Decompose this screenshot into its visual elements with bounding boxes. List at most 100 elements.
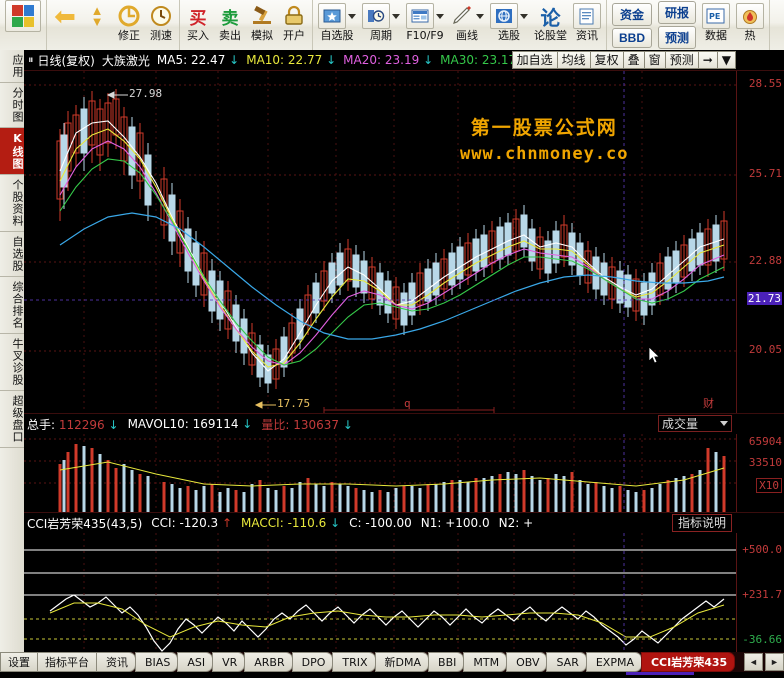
candlestick-svg [24,71,736,413]
forecast-button[interactable]: 预测 [658,26,697,49]
drawline-label: 画线 [456,29,478,42]
chevron-down-icon[interactable] [720,421,728,426]
add-watchlist-button[interactable]: 加自选 [511,51,558,69]
chart-control-buttons: 加自选 均线 复权 叠 窗 预测 ➞ ▼ [511,50,736,70]
cci-readout: CCI: -120.3 ↑ [151,516,233,530]
tab-mtm[interactable]: MTM [463,652,508,672]
cci-plot[interactable] [24,533,736,661]
volume-chart-pane[interactable]: 65904 33510 X10 [24,434,784,512]
adjust-button[interactable]: 复权 [589,51,624,69]
mavol10-readout: MAVOL10: 169114 ↓ [127,417,253,431]
tab-sar[interactable]: SAR [546,652,587,672]
buy-label: 买入 [187,29,209,42]
tab-cci-active[interactable]: CCI岩芳荣435 [640,652,736,672]
funds-button[interactable]: 资金 [612,2,652,26]
star-folder-icon [318,2,356,30]
tab-scroll-right-button[interactable]: ► [765,653,784,671]
sidebar-item-watchlist[interactable]: 自选股 [0,232,24,277]
simulate-button[interactable]: 模拟 [246,0,278,50]
tab-newdma[interactable]: 新DMA [374,652,430,672]
hot-label: 热 [744,29,756,42]
tab-dpo[interactable]: DPO [291,652,334,672]
updown-scroll-button[interactable]: ▲ ▼ [81,0,113,50]
correct-button[interactable]: 修正 [113,0,145,50]
volume-scale-label: X10 [756,478,782,493]
tab-trix[interactable]: TRIX [332,652,376,672]
forum-button[interactable]: 论 论股堂 [531,0,570,50]
tab-arbr[interactable]: ARBR [244,652,293,672]
tab-bias[interactable]: BIAS [135,652,179,672]
back-button[interactable]: ⬅ [49,0,81,50]
hot-button[interactable]: 热 [733,0,767,50]
price-plot[interactable]: 第一股票公式网 www.chnmoney.co 27.98 17.75 q 财 [24,71,736,413]
open-account-button[interactable]: 开户 [278,0,310,50]
cci-n1-readout: N1: +100.0 [420,516,490,530]
tab-bbi[interactable]: BBI [428,652,465,672]
settings-button[interactable]: 设置 [0,652,38,672]
research-forecast-group: 研报 预测 [655,0,699,50]
speedtest-button[interactable]: 测速 [145,0,177,50]
tab-scroll-left-button[interactable]: ◄ [744,653,763,671]
tab-obv[interactable]: OBV [506,652,548,672]
up-down-arrows-icon: ▲ ▼ [90,3,104,29]
chevron-down-icon[interactable] [392,13,400,19]
sell-button[interactable]: 卖 卖出 [214,0,246,50]
tab-news[interactable]: 资讯 [96,652,136,672]
tab-expma[interactable]: EXPMA [585,652,642,672]
buy-icon: 买 [189,8,207,29]
overlay-button[interactable]: 叠 [622,51,645,69]
volume-plot[interactable] [24,434,736,512]
price-chart-pane[interactable]: 第一股票公式网 www.chnmoney.co 27.98 17.75 q 财 … [24,71,784,413]
down-arrow-icon: ↓ [108,417,119,432]
f10-button[interactable]: F10/F9 [403,0,447,50]
news-button[interactable]: 资讯 [570,0,604,50]
cci-tick: +500.0 [742,543,782,556]
drawline-button[interactable]: 画线 [447,0,487,50]
sidebar-item-kline[interactable]: K线图 [0,128,24,175]
buy-button[interactable]: 买 买入 [182,0,214,50]
chevron-down-icon[interactable] [348,13,356,19]
sell-label: 卖出 [219,29,241,42]
news-label: 资讯 [576,29,598,42]
next-button[interactable]: ➞ [697,51,718,69]
ma10-readout: MA10: 22.77 ↓ [246,53,337,67]
lock-icon [282,2,306,30]
volume-tick: 65904 [748,435,782,448]
low-price-annotation: 17.75 [277,397,311,410]
price-axis: 28.55 25.71 22.88 21.73 20.05 [736,71,784,413]
chevron-down-icon[interactable] [476,13,484,19]
ma-button[interactable]: 均线 [556,51,591,69]
sidebar-item-ranking[interactable]: 综合排名 [0,277,24,334]
cci-chart-pane[interactable]: +500.0 +231.7 -36.66 [24,533,784,661]
cci-n2-readout: N2: + [498,516,534,530]
volume-axis: 65904 33510 X10 [736,434,784,512]
research-button[interactable]: 研报 [658,1,697,24]
chevron-down-icon[interactable] [436,13,444,19]
volume-indicator-dropdown[interactable]: 成交量 [658,415,732,432]
sidebar-item-stockinfo[interactable]: 个股资料 [0,175,24,232]
chevron-down-icon[interactable]: ▼ [716,51,736,69]
data-button[interactable]: PE 数据 [699,0,733,50]
indicator-platform-button[interactable]: 指标平台 [37,652,97,672]
sidebar-item-apps[interactable]: 应用 [0,50,24,83]
bbd-button[interactable]: BBD [612,27,652,48]
tab-vr[interactable]: VR [212,652,246,672]
chevron-down-icon[interactable] [520,13,528,19]
pencil-icon [450,2,484,30]
sidebar-item-timeshare[interactable]: 分时图 [0,83,24,128]
stockpick-button[interactable]: 选股 [487,0,531,50]
cci-title: CCI岩芳荣435(43,5) [27,516,143,531]
window-button[interactable]: 窗 [643,51,666,69]
price-info-bar: ⏸ 日线(复权) 大族激光 MA5: 22.47 ↓ MA10: 22.77 ↓… [24,50,784,71]
sell-icon: 卖 [221,8,239,29]
indicator-description-button[interactable]: 指标说明 [671,514,732,532]
tab-asi[interactable]: ASI [177,652,214,672]
watchlist-button[interactable]: 自选股 [315,0,359,50]
sidebar-item-diagnosis[interactable]: 牛叉诊股 [0,334,24,391]
up-arrow-icon: ↑ [221,516,233,530]
forecast-chart-button[interactable]: 预测 [664,51,699,69]
collapse-icon[interactable]: ⏸ [28,53,34,67]
window-layout-button[interactable] [2,0,44,50]
period-button[interactable]: 周期 [359,0,403,50]
sidebar-item-superorder[interactable]: 超级盘口 [0,391,24,448]
